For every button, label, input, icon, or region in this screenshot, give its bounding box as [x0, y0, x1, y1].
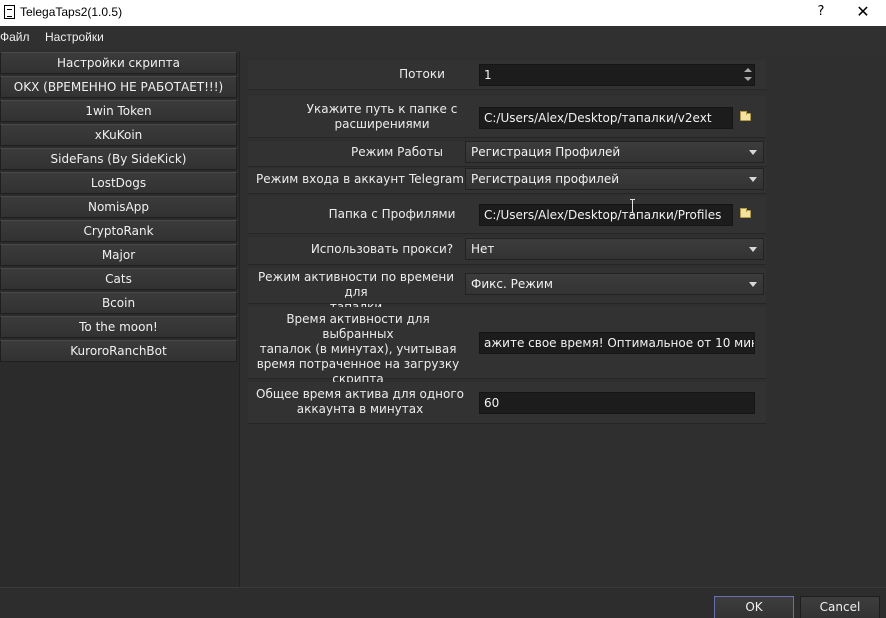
cancel-button[interactable]: Cancel	[800, 596, 880, 618]
sidebar-item-major[interactable]: Major	[0, 244, 237, 266]
activity-mode-select[interactable]: Фикс. Режим	[465, 273, 764, 295]
activity-time-label-line2: тапалок (в минутах), учитывая	[259, 342, 457, 356]
proxy-select[interactable]: Нет	[465, 238, 764, 260]
activity-time-label: Время активности для выбранных тапалок (…	[250, 312, 466, 387]
sidebar-item-lostdogs[interactable]: LostDogs	[0, 172, 237, 194]
sidebar-item-okx[interactable]: OKX (ВРЕМЕННО НЕ РАБОТАЕТ!!!)	[0, 76, 237, 98]
sidebar: Настройки скрипта OKX (ВРЕМЕННО НЕ РАБОТ…	[0, 52, 240, 587]
chevron-down-icon	[749, 247, 757, 252]
sidebar-item-bcoin[interactable]: Bcoin	[0, 292, 237, 314]
sidebar-item-1win-token[interactable]: 1win Token	[0, 100, 237, 122]
chevron-down-icon	[749, 282, 757, 287]
total-time-input[interactable]: 60	[479, 392, 755, 414]
ok-button[interactable]: OK	[714, 596, 794, 618]
spin-down-icon[interactable]	[744, 77, 752, 81]
activity-time-label-line1: Время активности для выбранных	[286, 312, 430, 341]
menu-file[interactable]: Файл	[0, 30, 30, 44]
menu-settings[interactable]: Настройки	[45, 30, 104, 44]
threads-label: Потоки	[399, 67, 445, 81]
mode-select-value: Регистрация Профилей	[471, 145, 621, 159]
activity-time-input[interactable]: ажите свое время! Оптимальное от 10 мину…	[479, 332, 755, 354]
activity-mode-label-line1: Режим активности по времени для	[257, 270, 455, 299]
menu-bar: Файл Настройки	[0, 26, 886, 49]
sidebar-item-cryptorank[interactable]: CryptoRank	[0, 220, 237, 242]
total-time-label: Общее время актива для одного аккаунта в…	[256, 387, 464, 417]
proxy-label: Использовать прокси?	[310, 242, 454, 256]
activity-time-label-line3: время потраченное на загрузку	[256, 357, 460, 371]
sidebar-item-kuroro-ranch-bot[interactable]: KuroroRanchBot	[0, 340, 237, 362]
sidebar-item-cats[interactable]: Cats	[0, 268, 237, 290]
sidebar-item-xkukoin[interactable]: xKuKoin	[0, 124, 237, 146]
chevron-down-icon	[749, 177, 757, 182]
window-title: TelegaTaps2(1.0.5)	[20, 5, 123, 19]
login-select-value: Регистрация профилей	[471, 172, 619, 186]
chevron-down-icon	[749, 150, 757, 155]
total-time-label-line2: аккаунта в минутах	[296, 402, 424, 416]
extensions-label-line2: расширениями	[334, 117, 430, 131]
profiles-path-input[interactable]: C:/Users/Alex/Desktop/тапалки/Profiles	[479, 204, 733, 226]
sidebar-item-script-settings[interactable]: Настройки скрипта	[0, 52, 237, 74]
sidebar-item-sidefans[interactable]: SideFans (By SideKick)	[0, 148, 237, 170]
extensions-browse-button[interactable]	[737, 107, 755, 127]
extensions-path-input[interactable]: C:/Users/Alex/Desktop/тапалки/v2ext	[479, 107, 733, 129]
app-icon	[4, 5, 15, 19]
sidebar-item-to-the-moon[interactable]: To the moon!	[0, 316, 237, 338]
login-select[interactable]: Регистрация профилей	[465, 168, 764, 190]
profiles-browse-button[interactable]	[737, 204, 755, 224]
folder-icon	[740, 208, 751, 218]
title-bar: TelegaTaps2(1.0.5) ? ✕	[0, 0, 886, 26]
extensions-label-line1: Укажите путь к папке с	[306, 102, 458, 116]
proxy-select-value: Нет	[471, 242, 495, 256]
threads-stepper[interactable]	[743, 65, 753, 85]
extensions-label: Укажите путь к папке с расширениями	[300, 102, 464, 132]
threads-spinbox[interactable]: 1	[479, 64, 755, 86]
activity-mode-select-value: Фикс. Режим	[471, 277, 553, 291]
profiles-label: Папка с Профилями	[328, 207, 456, 221]
login-label: Режим входа в аккаунт Telegram	[256, 172, 464, 186]
spin-up-icon[interactable]	[744, 68, 752, 72]
close-button[interactable]: ✕	[840, 0, 886, 26]
text-cursor-icon	[630, 199, 636, 215]
total-time-label-line1: Общее время актива для одного	[256, 387, 464, 401]
mode-select[interactable]: Регистрация Профилей	[465, 141, 764, 163]
sidebar-item-nomisapp[interactable]: NomisApp	[0, 196, 237, 218]
help-button[interactable]: ?	[798, 0, 844, 26]
folder-icon	[740, 111, 751, 121]
mode-label: Режим Работы	[351, 145, 443, 159]
